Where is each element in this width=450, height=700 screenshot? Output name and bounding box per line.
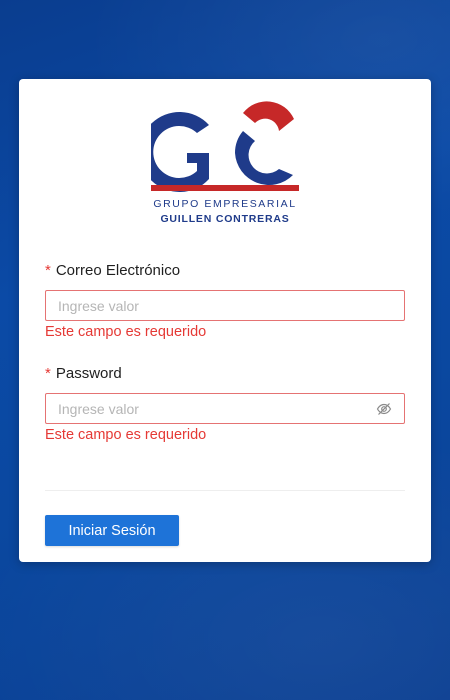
logo-text-grupo: GRUPO EMPRESARIAL: [153, 198, 297, 210]
login-button[interactable]: Iniciar Sesión: [45, 515, 179, 546]
divider: [45, 490, 405, 491]
company-logo: GRUPO EMPRESARIAL GUILLEN CONTRERAS: [151, 101, 299, 231]
password-error: Este campo es requerido: [45, 427, 207, 443]
email-label: * Correo Electrónico: [45, 262, 180, 279]
logo-text-company: GUILLEN CONTRERAS: [160, 213, 290, 225]
password-field[interactable]: [46, 394, 404, 423]
password-label-text: Password: [55, 365, 122, 382]
password-label: * Password: [45, 365, 122, 382]
required-mark: *: [45, 365, 51, 382]
password-field-wrapper: [45, 393, 405, 424]
required-mark: *: [45, 262, 51, 279]
email-field-wrapper: [45, 290, 405, 321]
eye-off-icon[interactable]: [376, 401, 392, 417]
login-card: GRUPO EMPRESARIAL GUILLEN CONTRERAS * Cor…: [19, 79, 431, 562]
email-field[interactable]: [46, 291, 404, 320]
email-error: Este campo es requerido: [45, 324, 207, 340]
email-label-text: Correo Electrónico: [55, 262, 181, 279]
gc-monogram-logo: [151, 101, 299, 192]
